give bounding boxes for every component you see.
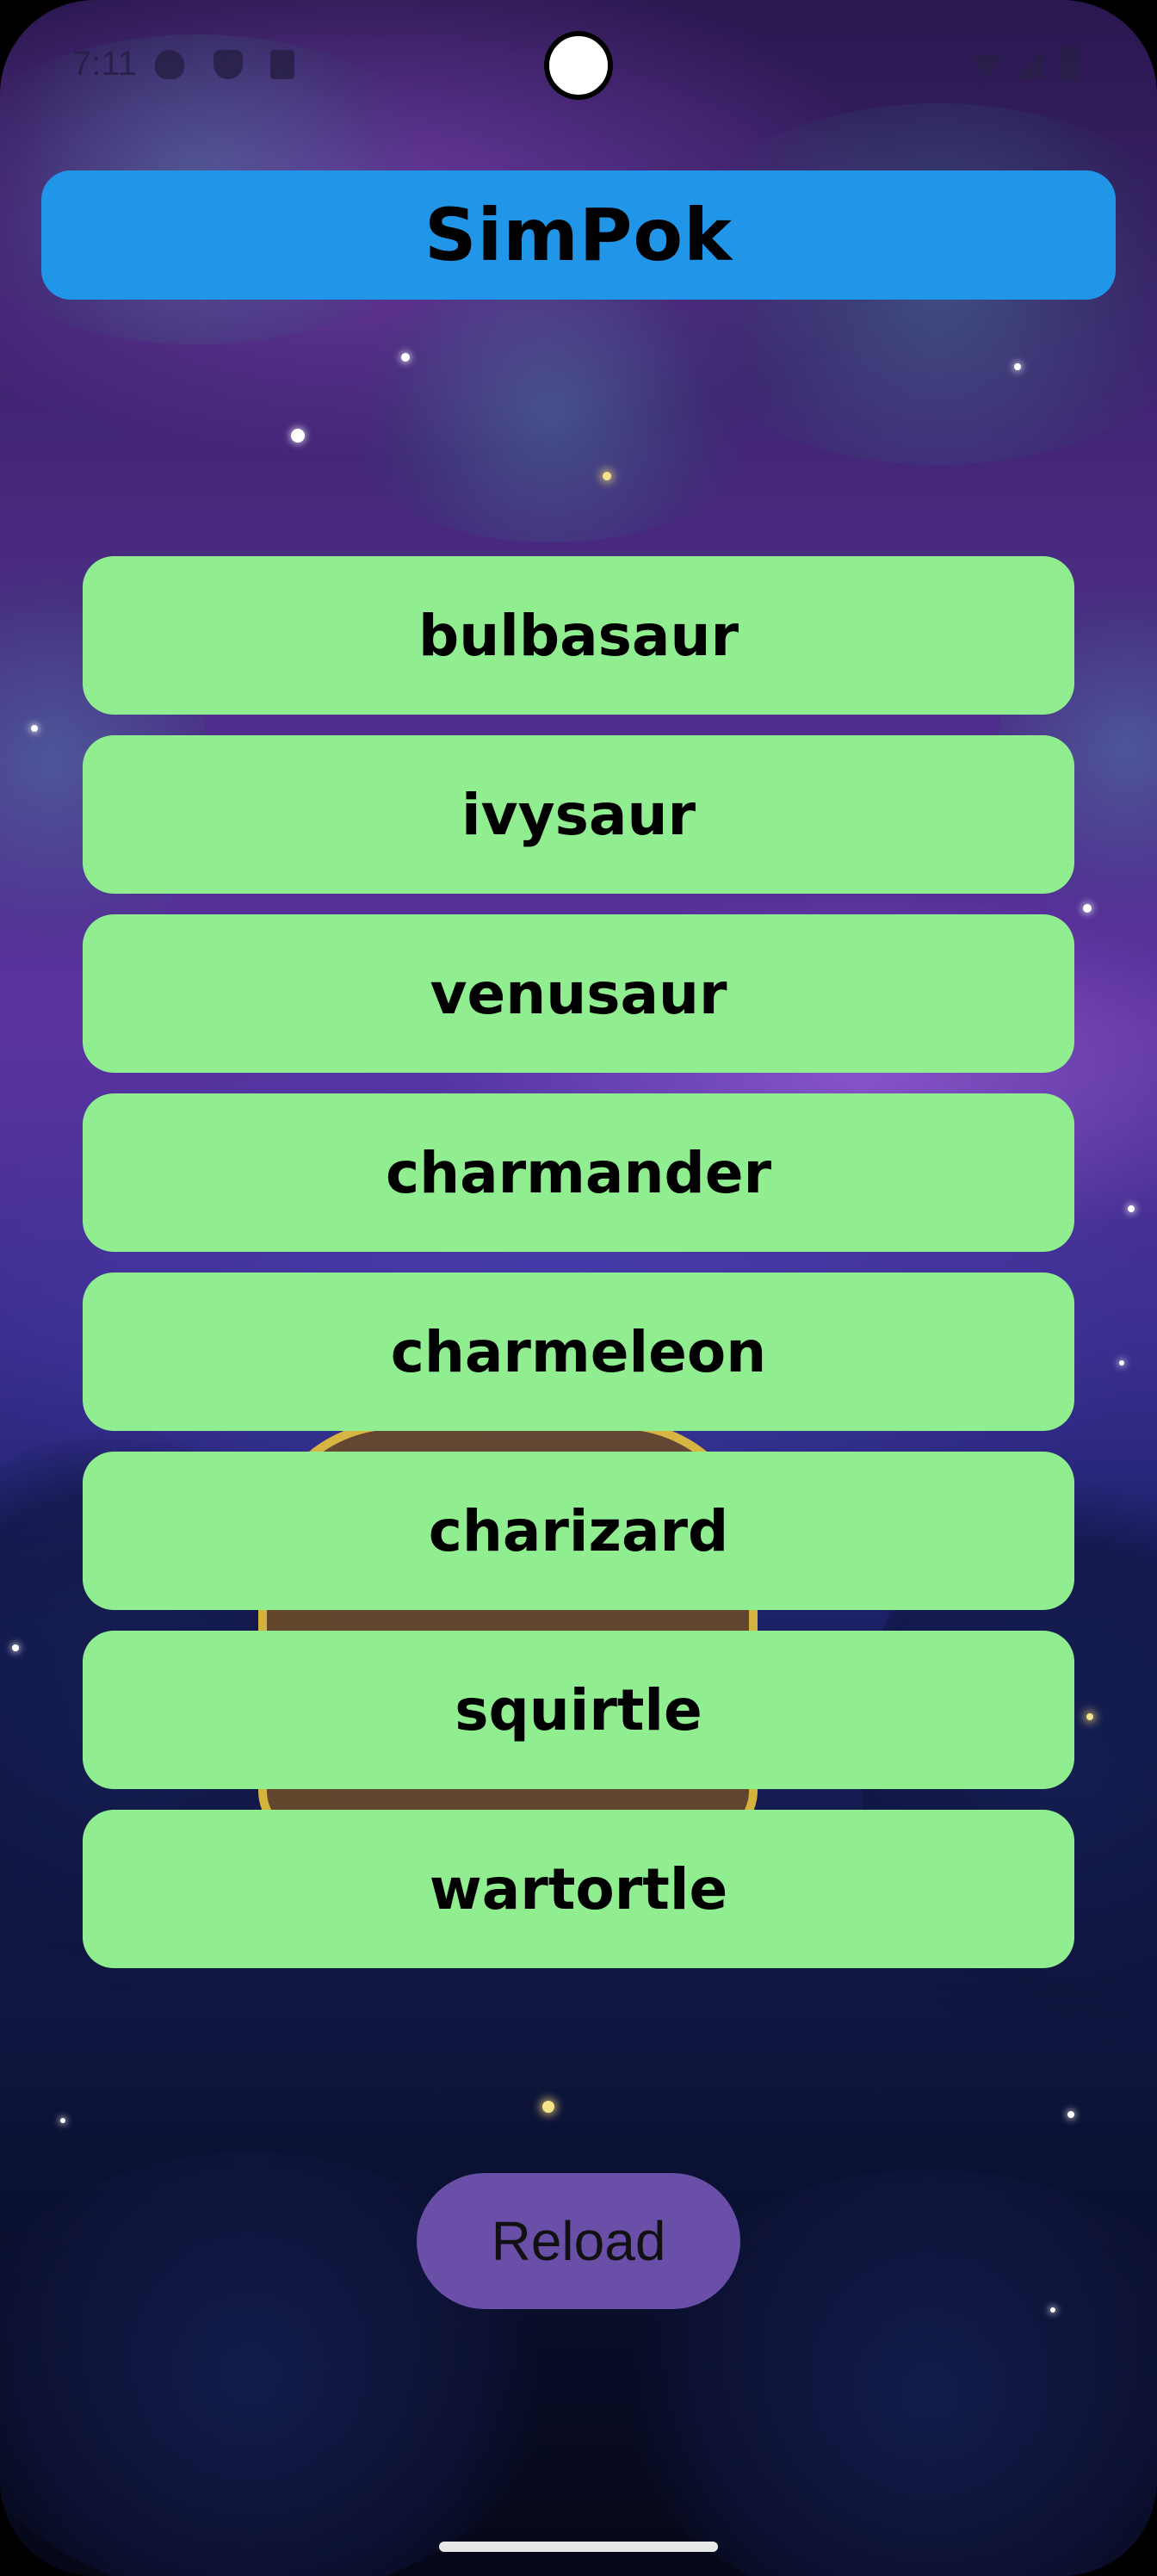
pokemon-name: charmeleon [390,1318,767,1385]
list-item[interactable]: charmander [83,1093,1074,1252]
app-title: SimPok [424,193,733,277]
list-item[interactable]: squirtle [83,1631,1074,1789]
pokemon-name: wartortle [429,1855,728,1923]
pokemon-name: charizard [428,1497,729,1564]
pokemon-name: ivysaur [461,781,696,848]
list-item[interactable]: charizard [83,1452,1074,1610]
reload-label: Reload [491,2210,666,2272]
list-item[interactable]: bulbasaur [83,556,1074,715]
camera-cutout [544,31,613,100]
list-item[interactable]: wartortle [83,1810,1074,1968]
pokemon-name: venusaur [430,960,727,1027]
status-time: 7:11 [72,45,137,83]
home-indicator[interactable] [439,2542,718,2552]
app-title-bar: SimPok [41,170,1116,300]
signal-icon [1014,50,1043,79]
wifi-icon [973,55,1002,79]
reload-button[interactable]: Reload [417,2173,740,2309]
shield-icon [155,50,184,79]
vpn-icon [213,50,243,79]
list-item[interactable]: charmeleon [83,1273,1074,1431]
list-item[interactable]: ivysaur [83,735,1074,894]
sd-card-icon [270,50,294,79]
app-screen: 7:11 SimPok bulbasaur ivysaur venusaur c… [0,0,1157,2576]
pokemon-name: squirtle [455,1676,702,1743]
pokemon-list: bulbasaur ivysaur venusaur charmander ch… [83,556,1074,1989]
pokemon-name: charmander [385,1139,772,1206]
battery-icon [1061,46,1080,81]
list-item[interactable]: venusaur [83,914,1074,1073]
pokemon-name: bulbasaur [418,602,739,669]
